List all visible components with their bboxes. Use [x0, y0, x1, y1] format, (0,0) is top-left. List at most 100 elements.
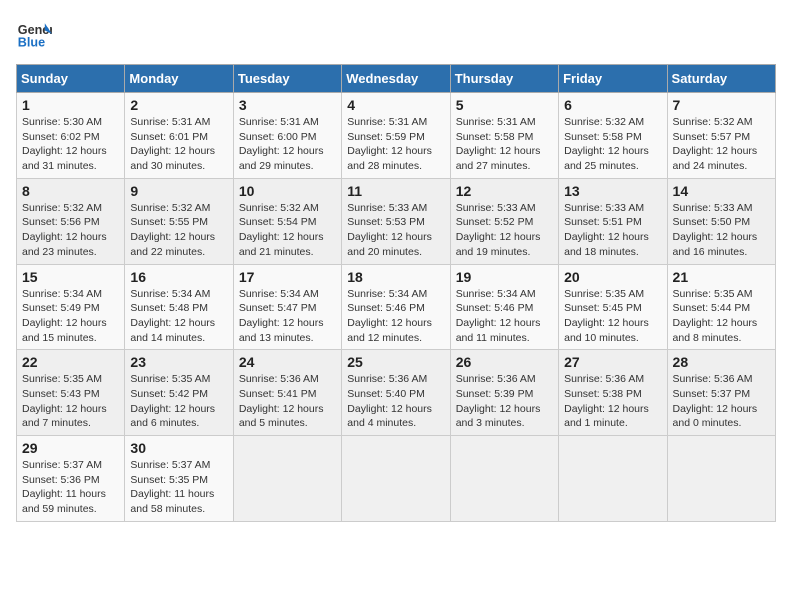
calendar-body: 1 Sunrise: 5:30 AMSunset: 6:02 PMDayligh… [17, 93, 776, 522]
calendar-table: SundayMondayTuesdayWednesdayThursdayFrid… [16, 64, 776, 522]
day-detail: Sunrise: 5:35 AMSunset: 5:44 PMDaylight:… [673, 288, 758, 344]
day-number: 6 [564, 97, 661, 113]
day-detail: Sunrise: 5:35 AMSunset: 5:45 PMDaylight:… [564, 288, 649, 344]
table-row: 15 Sunrise: 5:34 AMSunset: 5:49 PMDaylig… [17, 264, 125, 350]
day-number: 25 [347, 354, 444, 370]
logo-icon: General Blue [16, 16, 52, 52]
table-row: 22 Sunrise: 5:35 AMSunset: 5:43 PMDaylig… [17, 350, 125, 436]
table-row: 17 Sunrise: 5:34 AMSunset: 5:47 PMDaylig… [233, 264, 341, 350]
day-detail: Sunrise: 5:34 AMSunset: 5:46 PMDaylight:… [456, 288, 541, 344]
table-row: 11 Sunrise: 5:33 AMSunset: 5:53 PMDaylig… [342, 178, 450, 264]
day-detail: Sunrise: 5:33 AMSunset: 5:53 PMDaylight:… [347, 202, 432, 258]
day-detail: Sunrise: 5:34 AMSunset: 5:48 PMDaylight:… [130, 288, 215, 344]
day-detail: Sunrise: 5:31 AMSunset: 5:59 PMDaylight:… [347, 116, 432, 172]
table-row: 21 Sunrise: 5:35 AMSunset: 5:44 PMDaylig… [667, 264, 775, 350]
day-detail: Sunrise: 5:32 AMSunset: 5:57 PMDaylight:… [673, 116, 758, 172]
day-detail: Sunrise: 5:33 AMSunset: 5:50 PMDaylight:… [673, 202, 758, 258]
day-number: 29 [22, 440, 119, 456]
table-row: 18 Sunrise: 5:34 AMSunset: 5:46 PMDaylig… [342, 264, 450, 350]
day-detail: Sunrise: 5:36 AMSunset: 5:40 PMDaylight:… [347, 373, 432, 429]
day-detail: Sunrise: 5:32 AMSunset: 5:56 PMDaylight:… [22, 202, 107, 258]
table-row: 1 Sunrise: 5:30 AMSunset: 6:02 PMDayligh… [17, 93, 125, 179]
day-number: 30 [130, 440, 227, 456]
calendar-week-2: 8 Sunrise: 5:32 AMSunset: 5:56 PMDayligh… [17, 178, 776, 264]
day-number: 23 [130, 354, 227, 370]
day-number: 14 [673, 183, 770, 199]
day-number: 21 [673, 269, 770, 285]
calendar-week-1: 1 Sunrise: 5:30 AMSunset: 6:02 PMDayligh… [17, 93, 776, 179]
table-row: 8 Sunrise: 5:32 AMSunset: 5:56 PMDayligh… [17, 178, 125, 264]
day-number: 12 [456, 183, 553, 199]
table-row: 7 Sunrise: 5:32 AMSunset: 5:57 PMDayligh… [667, 93, 775, 179]
table-row: 6 Sunrise: 5:32 AMSunset: 5:58 PMDayligh… [559, 93, 667, 179]
day-number: 3 [239, 97, 336, 113]
day-number: 19 [456, 269, 553, 285]
weekday-header-row: SundayMondayTuesdayWednesdayThursdayFrid… [17, 65, 776, 93]
day-detail: Sunrise: 5:32 AMSunset: 5:58 PMDaylight:… [564, 116, 649, 172]
day-detail: Sunrise: 5:33 AMSunset: 5:51 PMDaylight:… [564, 202, 649, 258]
table-row: 3 Sunrise: 5:31 AMSunset: 6:00 PMDayligh… [233, 93, 341, 179]
day-number: 9 [130, 183, 227, 199]
day-number: 8 [22, 183, 119, 199]
day-number: 11 [347, 183, 444, 199]
day-detail: Sunrise: 5:34 AMSunset: 5:49 PMDaylight:… [22, 288, 107, 344]
table-row: 25 Sunrise: 5:36 AMSunset: 5:40 PMDaylig… [342, 350, 450, 436]
table-row [450, 436, 558, 522]
day-detail: Sunrise: 5:36 AMSunset: 5:39 PMDaylight:… [456, 373, 541, 429]
table-row: 9 Sunrise: 5:32 AMSunset: 5:55 PMDayligh… [125, 178, 233, 264]
day-detail: Sunrise: 5:32 AMSunset: 5:55 PMDaylight:… [130, 202, 215, 258]
day-number: 2 [130, 97, 227, 113]
day-number: 24 [239, 354, 336, 370]
day-number: 27 [564, 354, 661, 370]
day-number: 17 [239, 269, 336, 285]
day-number: 15 [22, 269, 119, 285]
table-row: 4 Sunrise: 5:31 AMSunset: 5:59 PMDayligh… [342, 93, 450, 179]
day-detail: Sunrise: 5:36 AMSunset: 5:37 PMDaylight:… [673, 373, 758, 429]
day-detail: Sunrise: 5:31 AMSunset: 5:58 PMDaylight:… [456, 116, 541, 172]
table-row: 5 Sunrise: 5:31 AMSunset: 5:58 PMDayligh… [450, 93, 558, 179]
day-detail: Sunrise: 5:30 AMSunset: 6:02 PMDaylight:… [22, 116, 107, 172]
calendar-week-5: 29 Sunrise: 5:37 AMSunset: 5:36 PMDaylig… [17, 436, 776, 522]
table-row: 16 Sunrise: 5:34 AMSunset: 5:48 PMDaylig… [125, 264, 233, 350]
day-number: 16 [130, 269, 227, 285]
weekday-wednesday: Wednesday [342, 65, 450, 93]
weekday-friday: Friday [559, 65, 667, 93]
day-detail: Sunrise: 5:37 AMSunset: 5:35 PMDaylight:… [130, 459, 214, 515]
table-row [667, 436, 775, 522]
weekday-thursday: Thursday [450, 65, 558, 93]
table-row [342, 436, 450, 522]
day-number: 1 [22, 97, 119, 113]
table-row: 27 Sunrise: 5:36 AMSunset: 5:38 PMDaylig… [559, 350, 667, 436]
table-row [559, 436, 667, 522]
day-number: 7 [673, 97, 770, 113]
table-row: 23 Sunrise: 5:35 AMSunset: 5:42 PMDaylig… [125, 350, 233, 436]
table-row: 12 Sunrise: 5:33 AMSunset: 5:52 PMDaylig… [450, 178, 558, 264]
day-number: 18 [347, 269, 444, 285]
day-number: 20 [564, 269, 661, 285]
table-row: 26 Sunrise: 5:36 AMSunset: 5:39 PMDaylig… [450, 350, 558, 436]
day-detail: Sunrise: 5:34 AMSunset: 5:47 PMDaylight:… [239, 288, 324, 344]
day-detail: Sunrise: 5:34 AMSunset: 5:46 PMDaylight:… [347, 288, 432, 344]
table-row: 20 Sunrise: 5:35 AMSunset: 5:45 PMDaylig… [559, 264, 667, 350]
table-row: 28 Sunrise: 5:36 AMSunset: 5:37 PMDaylig… [667, 350, 775, 436]
logo: General Blue [16, 16, 52, 52]
weekday-tuesday: Tuesday [233, 65, 341, 93]
day-detail: Sunrise: 5:32 AMSunset: 5:54 PMDaylight:… [239, 202, 324, 258]
day-detail: Sunrise: 5:36 AMSunset: 5:41 PMDaylight:… [239, 373, 324, 429]
weekday-sunday: Sunday [17, 65, 125, 93]
calendar-week-3: 15 Sunrise: 5:34 AMSunset: 5:49 PMDaylig… [17, 264, 776, 350]
day-number: 4 [347, 97, 444, 113]
table-row: 13 Sunrise: 5:33 AMSunset: 5:51 PMDaylig… [559, 178, 667, 264]
svg-text:Blue: Blue [18, 36, 45, 50]
day-number: 28 [673, 354, 770, 370]
day-number: 26 [456, 354, 553, 370]
day-detail: Sunrise: 5:35 AMSunset: 5:42 PMDaylight:… [130, 373, 215, 429]
day-number: 13 [564, 183, 661, 199]
day-detail: Sunrise: 5:33 AMSunset: 5:52 PMDaylight:… [456, 202, 541, 258]
day-detail: Sunrise: 5:35 AMSunset: 5:43 PMDaylight:… [22, 373, 107, 429]
day-detail: Sunrise: 5:31 AMSunset: 6:00 PMDaylight:… [239, 116, 324, 172]
table-row: 2 Sunrise: 5:31 AMSunset: 6:01 PMDayligh… [125, 93, 233, 179]
day-detail: Sunrise: 5:36 AMSunset: 5:38 PMDaylight:… [564, 373, 649, 429]
weekday-saturday: Saturday [667, 65, 775, 93]
day-number: 22 [22, 354, 119, 370]
